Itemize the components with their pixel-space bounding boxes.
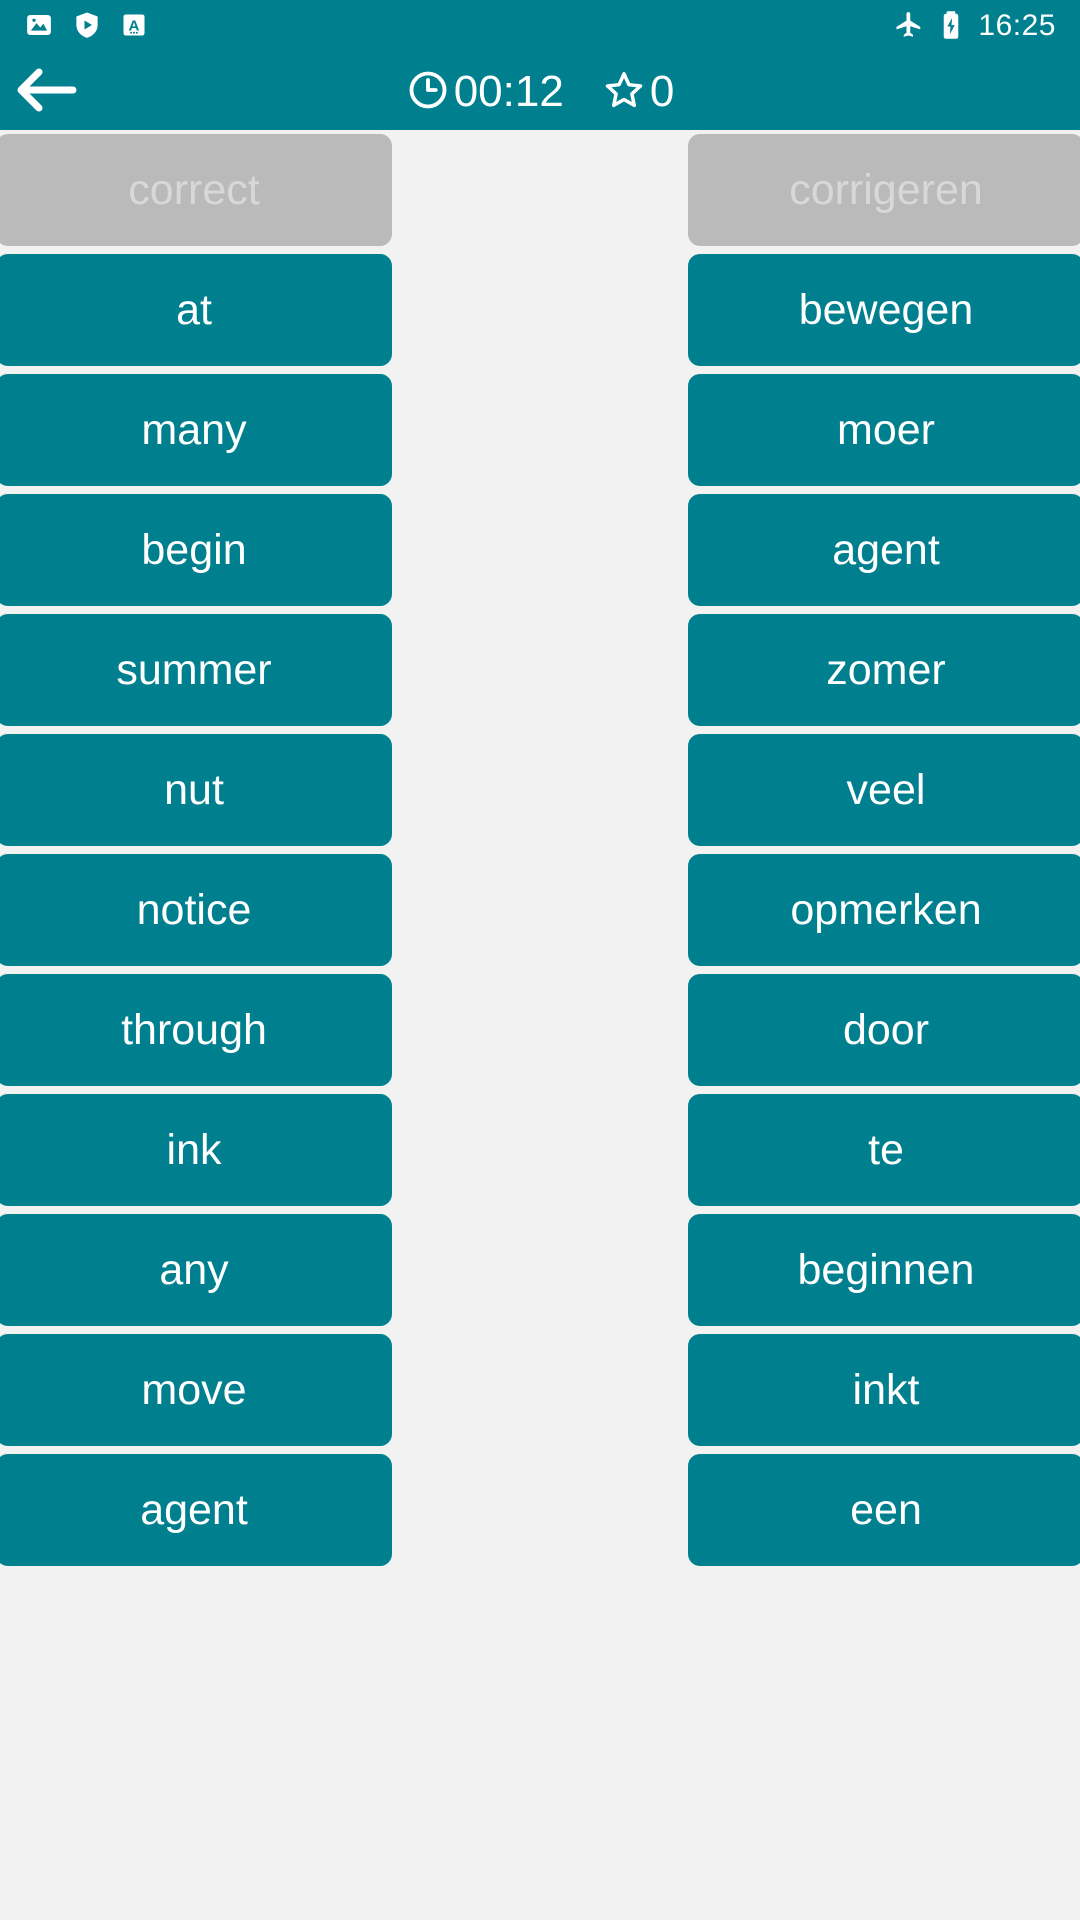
translation-card-label: een	[850, 1485, 922, 1534]
translation-card-label: bewegen	[798, 285, 974, 334]
word-card-label: agent	[140, 1485, 248, 1534]
word-card-label: at	[176, 285, 212, 334]
translation-card[interactable]: door	[688, 974, 1080, 1086]
word-card[interactable]: through	[0, 974, 392, 1086]
word-card-label: begin	[141, 525, 247, 574]
word-card-label: summer	[116, 645, 272, 694]
timer-value: 00:12	[453, 67, 564, 116]
translation-card[interactable]: inkt	[688, 1334, 1080, 1446]
star-outline-icon	[602, 68, 646, 117]
word-card[interactable]: summer	[0, 614, 392, 726]
translation-card[interactable]: agent	[688, 494, 1080, 606]
status-bar-notification-icons: A	[24, 10, 148, 45]
word-card-label: notice	[136, 885, 252, 934]
back-button[interactable]	[0, 54, 96, 130]
clock-icon	[406, 68, 450, 117]
word-card: correct	[0, 134, 392, 246]
word-card[interactable]: begin	[0, 494, 392, 606]
translation-card-label: zomer	[826, 645, 946, 694]
score-value: 0	[649, 67, 675, 116]
translation-card[interactable]: een	[688, 1454, 1080, 1566]
translation-card-label: moer	[837, 405, 935, 454]
word-card[interactable]: notice	[0, 854, 392, 966]
word-card[interactable]: move	[0, 1334, 392, 1446]
word-card-label: nut	[164, 765, 224, 814]
word-card-label: move	[141, 1365, 247, 1414]
translation-card[interactable]: bewegen	[688, 254, 1080, 366]
translation-card[interactable]: zomer	[688, 614, 1080, 726]
timer-metric: 00:12	[406, 68, 564, 117]
app-bar: 00:12 0	[0, 54, 1080, 130]
word-card[interactable]: many	[0, 374, 392, 486]
translation-card-label: veel	[846, 765, 926, 814]
word-card[interactable]: ink	[0, 1094, 392, 1206]
translation-card-label: corrigeren	[789, 165, 983, 214]
translation-card-label: inkt	[852, 1365, 920, 1414]
app-bar-metrics: 00:12 0	[0, 68, 1080, 117]
status-bar-system-icons: 16:25	[894, 10, 1056, 45]
svg-text:A: A	[129, 17, 140, 34]
translation-card: corrigeren	[688, 134, 1080, 246]
word-card-label: ink	[166, 1125, 222, 1174]
matching-game-board: correct at many begin summer nut notice through…	[0, 130, 1080, 1920]
translate-a-icon: A	[120, 11, 148, 44]
status-bar-clock: 16:25	[978, 9, 1056, 42]
word-card-label: correct	[128, 165, 260, 214]
translation-card-label: te	[868, 1125, 904, 1174]
translation-card-label: door	[842, 1005, 930, 1054]
translation-card[interactable]: veel	[688, 734, 1080, 846]
back-arrow-icon	[17, 66, 79, 119]
translation-card[interactable]: beginnen	[688, 1214, 1080, 1326]
translation-card[interactable]: te	[688, 1094, 1080, 1206]
word-card[interactable]: agent	[0, 1454, 392, 1566]
source-word-column: correct at many begin summer nut notice through…	[0, 134, 392, 1920]
word-card[interactable]: any	[0, 1214, 392, 1326]
translation-card-label: beginnen	[797, 1245, 975, 1294]
translation-card-label: agent	[832, 525, 940, 574]
shield-play-icon	[72, 10, 102, 45]
word-card-label: any	[159, 1245, 229, 1294]
target-word-column: corrigeren bewegen moer agent zomer veel opmer…	[688, 134, 1080, 1920]
photo-icon	[24, 10, 54, 45]
battery-charging-icon	[938, 10, 964, 45]
airplane-mode-icon	[894, 10, 924, 45]
status-bar: A 16:25	[0, 0, 1080, 54]
word-card-label: many	[141, 405, 247, 454]
translation-card[interactable]: opmerken	[688, 854, 1080, 966]
score-metric: 0	[602, 68, 674, 117]
word-card[interactable]: at	[0, 254, 392, 366]
translation-card[interactable]: moer	[688, 374, 1080, 486]
word-card[interactable]: nut	[0, 734, 392, 846]
word-card-label: through	[121, 1005, 267, 1054]
translation-card-label: opmerken	[790, 885, 982, 934]
